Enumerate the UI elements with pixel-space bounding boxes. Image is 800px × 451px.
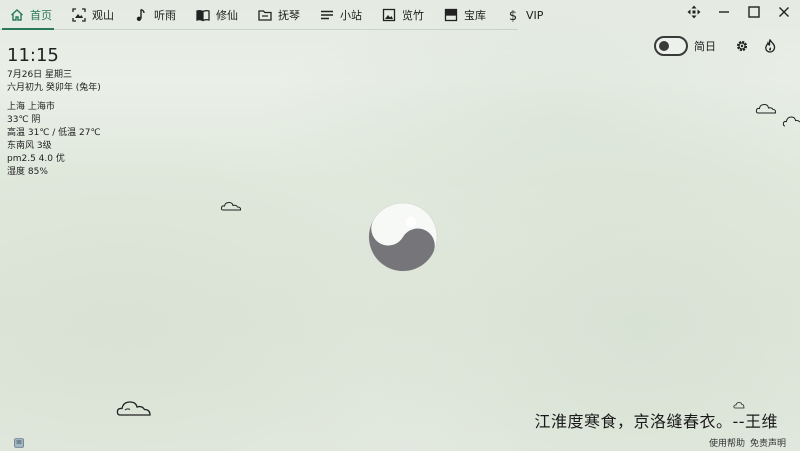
menu-lines-icon <box>320 8 334 22</box>
cloud-icon <box>220 201 242 211</box>
clock-time: 11:15 <box>7 45 59 66</box>
nav-label: 览竹 <box>402 9 424 22</box>
cloud-icon <box>755 103 777 114</box>
simple-day-toggle[interactable] <box>654 36 688 56</box>
nav-item-guqin[interactable]: 抚琴 <box>248 0 310 30</box>
nav-item-cultivate[interactable]: 修仙 <box>186 0 248 30</box>
nav-item-treasury[interactable]: 宝库 <box>434 0 496 30</box>
minimize-icon[interactable] <box>716 4 732 20</box>
footer: 使用帮助 免责声明 <box>709 436 786 449</box>
toggle-knob <box>659 41 669 51</box>
location-text: 上海 上海市 <box>7 102 55 112</box>
nav-label: 听雨 <box>154 9 176 22</box>
disclaimer-link[interactable]: 免责声明 <box>750 436 786 449</box>
right-toolbar: 简日 <box>654 36 778 56</box>
poem-text: 江淮度寒食，京洛缝春衣。--王维 <box>534 412 778 431</box>
temp-range: 高温 31℃ / 低温 27℃ <box>7 128 101 138</box>
gear-icon[interactable] <box>734 38 750 54</box>
app-badge-icon[interactable] <box>14 438 24 448</box>
close-icon[interactable] <box>776 4 792 20</box>
nav-item-vip[interactable]: $ VIP <box>496 0 553 30</box>
cloud-icon <box>116 401 151 416</box>
picture-icon <box>382 8 396 22</box>
toggle-label: 简日 <box>694 40 716 53</box>
image-frame-icon <box>72 8 86 22</box>
nav-label: 抚琴 <box>278 9 300 22</box>
maximize-icon[interactable] <box>746 4 762 20</box>
pm-text: pm2.5 4.0 优 <box>7 154 65 164</box>
yin-yang-icon[interactable] <box>368 202 438 272</box>
humidity-text: 湿度 85% <box>7 167 48 177</box>
info-panel: 11:15 7月26日 星期三 六月初九 癸卯年 (兔年) 上海 上海市 33℃… <box>7 45 101 179</box>
home-icon <box>10 8 24 22</box>
nav-label: 小站 <box>340 9 362 22</box>
dollar-icon: $ <box>506 8 520 22</box>
nav-item-home[interactable]: 首页 <box>0 0 62 30</box>
wind-text: 东南风 3级 <box>7 141 52 151</box>
nav-item-mountain[interactable]: 观山 <box>62 0 124 30</box>
flame-icon[interactable] <box>762 38 778 54</box>
date-text: 7月26日 星期三 <box>7 70 73 80</box>
top-nav: 首页 观山 听雨 修仙 抚琴 小站 览竹 宝库 $ VIP <box>0 0 553 30</box>
nav-divider <box>0 29 518 30</box>
cloud-icon <box>782 116 800 127</box>
nav-active-indicator <box>2 28 54 30</box>
nav-item-rain[interactable]: 听雨 <box>124 0 186 30</box>
music-note-icon <box>134 8 148 22</box>
nav-label: VIP <box>526 8 544 22</box>
help-link[interactable]: 使用帮助 <box>709 436 745 449</box>
storage-icon <box>444 8 458 22</box>
move-icon[interactable] <box>686 4 702 20</box>
svg-text:$: $ <box>509 9 517 22</box>
nav-label: 宝库 <box>464 9 486 22</box>
nav-item-station[interactable]: 小站 <box>310 0 372 30</box>
book-icon <box>196 8 210 22</box>
nav-label: 观山 <box>92 9 114 22</box>
lunar-date: 六月初九 癸卯年 (兔年) <box>7 83 101 93</box>
folder-icon <box>258 8 272 22</box>
nav-item-bamboo[interactable]: 览竹 <box>372 0 434 30</box>
weather-text: 33℃ 阴 <box>7 115 41 125</box>
nav-label: 修仙 <box>216 9 238 22</box>
nav-label: 首页 <box>30 9 52 22</box>
window-controls <box>686 4 792 20</box>
